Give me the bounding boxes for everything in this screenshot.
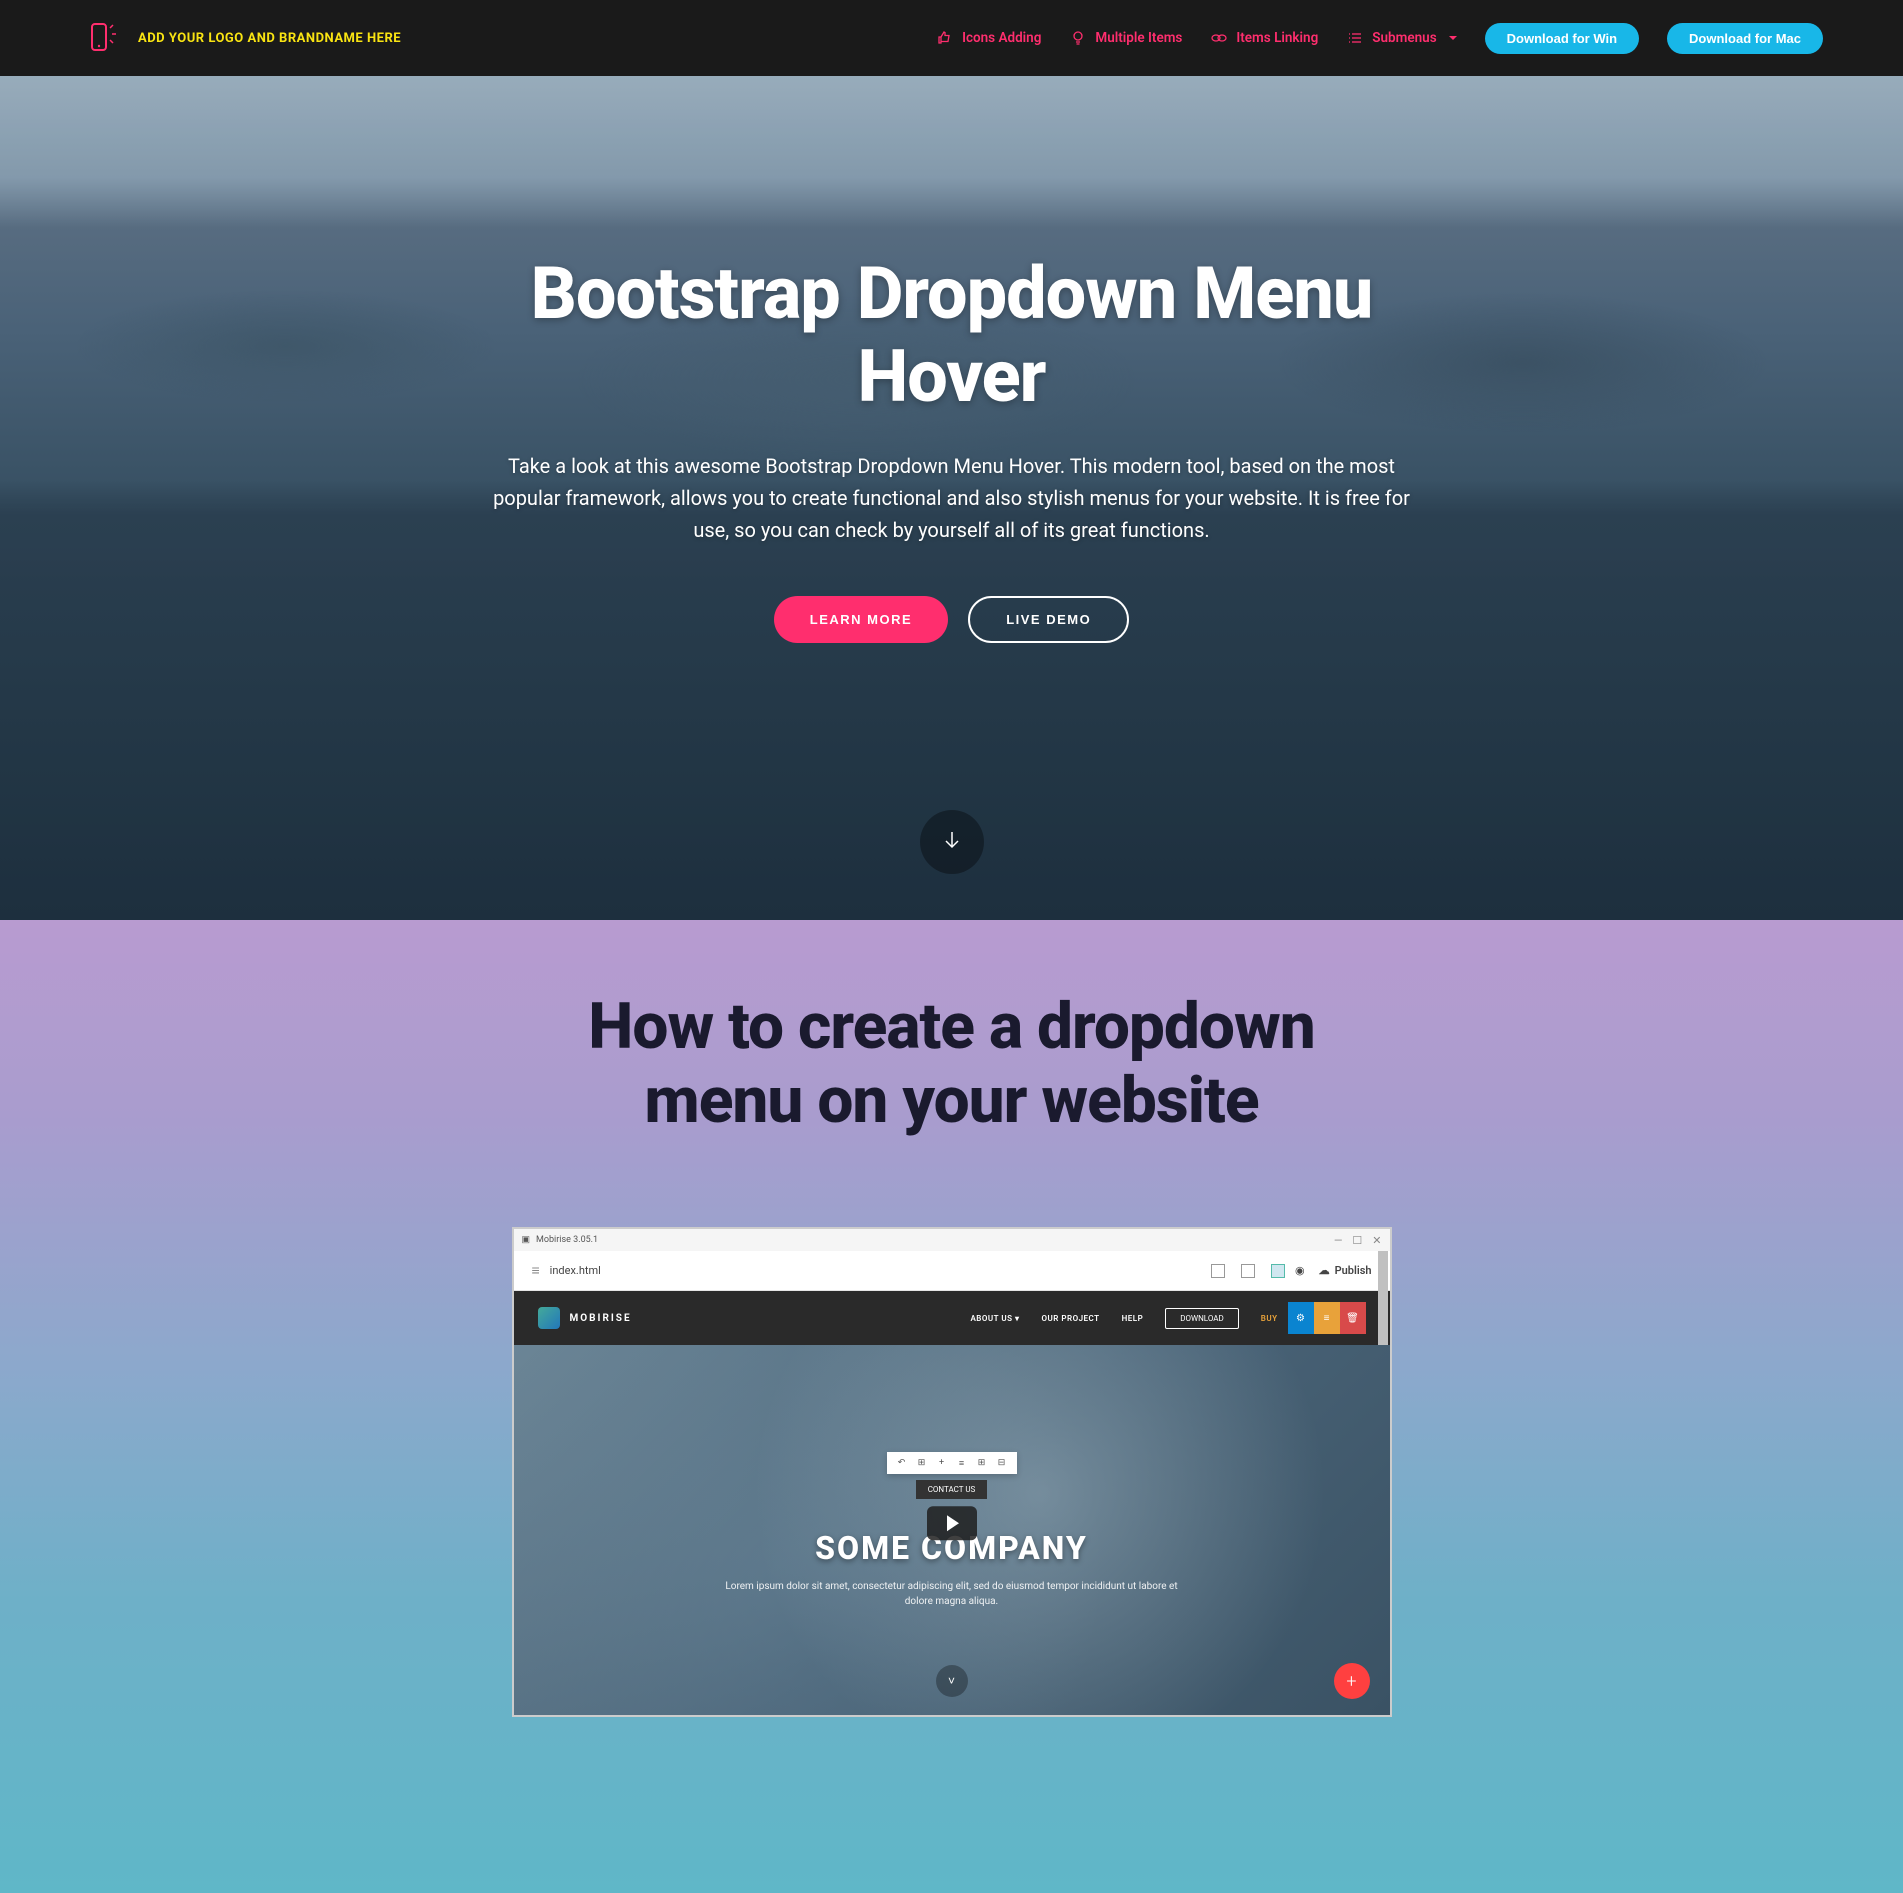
mob-nav-about[interactable]: ABOUT US ▾ [970,1314,1019,1323]
navbar-menu: Icons Adding Multiple Items Items Linkin… [936,23,1823,54]
mobirise-hero-subtitle: Lorem ipsum dolor sit amet, consectetur … [722,1579,1182,1609]
mob-nav-help[interactable]: HELP [1122,1314,1144,1323]
app-toolbar: ≡ index.html ◉ ☁ Publish [514,1251,1390,1291]
mob-nav-buy[interactable]: BUY [1261,1314,1278,1323]
hamburger-icon[interactable]: ≡ [532,1262,540,1279]
section2-title: How to create a dropdown menu on your we… [572,990,1332,1137]
nav-item-items-linking[interactable]: Items Linking [1210,29,1318,47]
lightbulb-icon [1069,29,1087,47]
preview-icon[interactable]: ◉ [1295,1264,1305,1277]
tablet-icon[interactable] [1241,1264,1255,1278]
tool-icon[interactable]: ≡ [957,1458,967,1468]
delete-icon[interactable]: 🗑 [1340,1302,1366,1334]
nav-label: Items Linking [1236,30,1318,46]
tutorial-section: How to create a dropdown menu on your we… [0,920,1903,1893]
maximize-icon[interactable]: ☐ [1352,1234,1362,1247]
mobirise-scroll-icon[interactable]: ˅ [936,1665,968,1697]
mobile-icon[interactable] [1211,1264,1225,1278]
nav-label: Submenus [1372,30,1436,46]
phone-logo-icon [80,16,124,60]
nav-label: Multiple Items [1095,30,1182,46]
publish-button[interactable]: ☁ Publish [1319,1264,1372,1277]
block-controls: ⚙ ≡ 🗑 [1288,1302,1366,1334]
mob-nav-project[interactable]: OUR PROJECT [1042,1314,1100,1323]
minimize-icon[interactable]: — [1334,1234,1343,1247]
scroll-down-button[interactable] [920,810,984,874]
list-icon [1346,29,1364,47]
tool-icon[interactable]: ⊞ [917,1458,927,1468]
download-win-button[interactable]: Download for Win [1485,23,1639,54]
publish-label: Publish [1335,1264,1372,1277]
add-block-fab[interactable]: + [1334,1663,1370,1699]
thumbs-up-icon [936,29,954,47]
arrow-down-icon [941,829,963,855]
link-icon [1210,29,1228,47]
nav-item-submenus[interactable]: Submenus [1346,29,1456,47]
hero-description: Take a look at this awesome Bootstrap Dr… [492,450,1412,546]
app-icon: ▣ [522,1235,531,1245]
tool-icon[interactable]: ⊟ [997,1458,1007,1468]
mobirise-nav: ABOUT US ▾ OUR PROJECT HELP DOWNLOAD BUY [970,1308,1277,1329]
app-titlebar: ▣ Mobirise 3.05.1 — ☐ ✕ [514,1229,1390,1251]
hero-buttons: LEARN MORE LIVE DEMO [774,596,1129,643]
tool-icon[interactable]: + [937,1458,947,1468]
hero-title: Bootstrap Dropdown Menu Hover [452,253,1452,419]
mobirise-logo-icon [538,1307,560,1329]
close-icon[interactable]: ✕ [1372,1234,1381,1247]
app-window-title: Mobirise 3.05.1 [536,1235,598,1245]
play-button[interactable] [927,1506,977,1540]
settings-icon[interactable]: ⚙ [1288,1302,1314,1334]
desktop-icon[interactable] [1271,1264,1285,1278]
floating-toolbar[interactable]: ↶ ⊞ + ≡ ⊞ ⊟ [887,1452,1017,1474]
nav-label: Icons Adding [962,30,1041,46]
mobirise-brand: MOBIRISE [570,1313,632,1324]
device-switcher [1211,1264,1285,1278]
window-controls: — ☐ ✕ [1334,1234,1382,1247]
tooltip: CONTACT US [916,1480,988,1499]
mobirise-hero: ↶ ⊞ + ≡ ⊞ ⊟ CONTACT US SOME COMPANY Lore… [514,1345,1390,1715]
nav-item-multiple-items[interactable]: Multiple Items [1069,29,1182,47]
download-mac-button[interactable]: Download for Mac [1667,23,1823,54]
cloud-icon: ☁ [1319,1264,1330,1277]
page-name: index.html [550,1264,1201,1277]
video-container[interactable]: ▣ Mobirise 3.05.1 — ☐ ✕ ≡ index.html ◉ ☁… [512,1227,1392,1717]
hero-section: Bootstrap Dropdown Menu Hover Take a loo… [0,76,1903,920]
tool-icon[interactable]: ↶ [897,1458,907,1468]
mob-nav-download[interactable]: DOWNLOAD [1165,1308,1239,1329]
brand-text: ADD YOUR LOGO AND BRANDNAME HERE [138,31,401,46]
nav-item-icons-adding[interactable]: Icons Adding [936,29,1041,47]
tool-icon[interactable]: ⊞ [977,1458,987,1468]
move-icon[interactable]: ≡ [1314,1302,1340,1334]
navbar-brand[interactable]: ADD YOUR LOGO AND BRANDNAME HERE [80,16,401,60]
live-demo-button[interactable]: LIVE DEMO [968,596,1129,643]
mobirise-site-header: MOBIRISE ABOUT US ▾ OUR PROJECT HELP DOW… [514,1291,1390,1345]
learn-more-button[interactable]: LEARN MORE [774,596,948,643]
navbar: ADD YOUR LOGO AND BRANDNAME HERE Icons A… [0,0,1903,76]
